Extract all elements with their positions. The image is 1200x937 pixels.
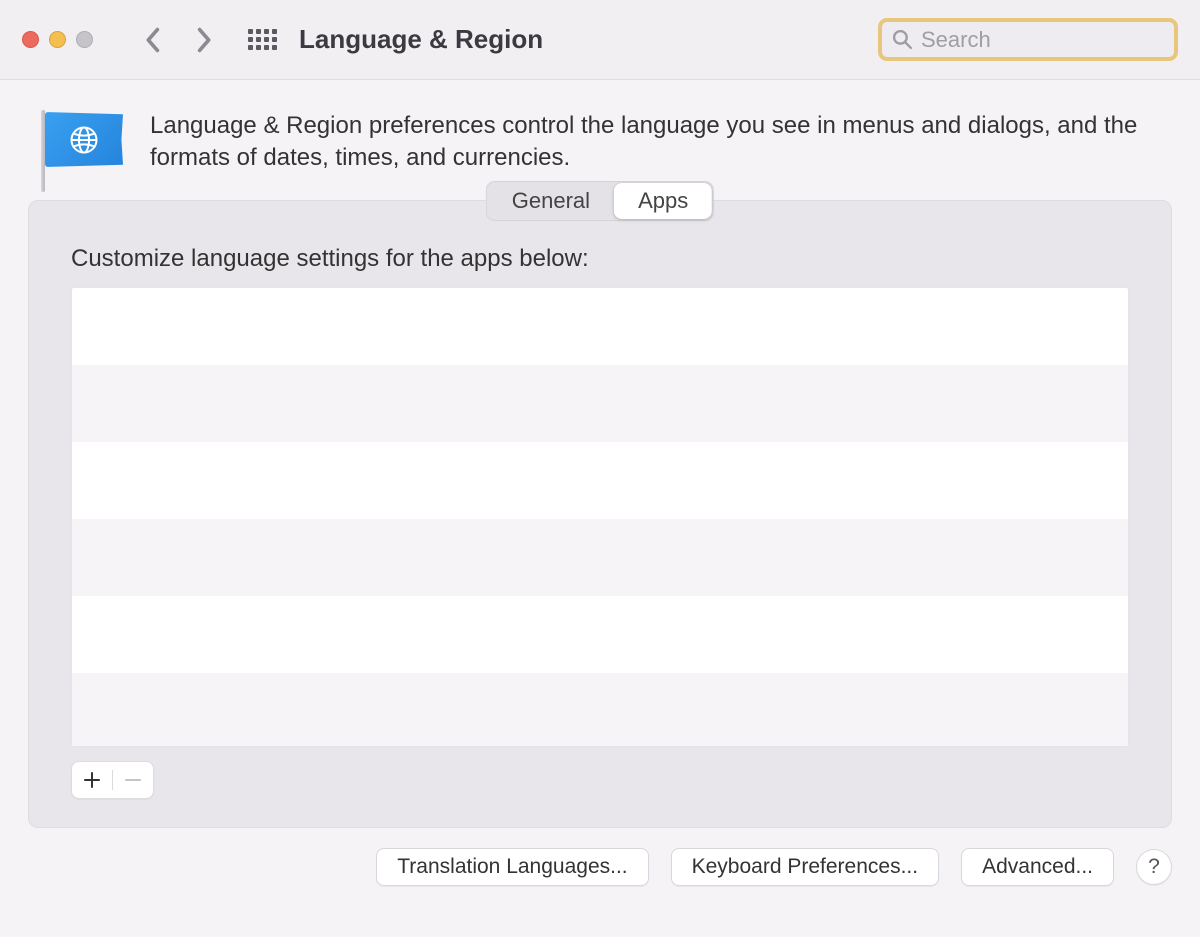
show-all-button[interactable] xyxy=(243,20,283,60)
advanced-button[interactable]: Advanced... xyxy=(961,848,1114,886)
help-button[interactable]: ? xyxy=(1136,849,1172,885)
apps-panel: General Apps Customize language settings… xyxy=(28,200,1172,828)
forward-button[interactable] xyxy=(183,20,223,60)
panel-label: Customize language settings for the apps… xyxy=(71,245,1129,273)
list-row xyxy=(72,673,1128,747)
apps-list[interactable] xyxy=(71,287,1129,747)
search-field-wrapper[interactable] xyxy=(878,18,1178,61)
back-button[interactable] xyxy=(133,20,173,60)
window-controls xyxy=(22,31,93,48)
content-area: Language & Region preferences control th… xyxy=(0,80,1200,828)
search-input[interactable] xyxy=(921,27,1164,53)
list-row xyxy=(72,288,1128,365)
tab-segmented-control: General Apps xyxy=(486,181,714,221)
grid-icon xyxy=(248,29,278,51)
minus-icon xyxy=(124,771,142,789)
footer-buttons: Translation Languages... Keyboard Prefer… xyxy=(0,828,1200,886)
list-row xyxy=(72,596,1128,673)
translation-languages-button[interactable]: Translation Languages... xyxy=(376,848,648,886)
minimize-window-button[interactable] xyxy=(49,31,66,48)
chevron-right-icon xyxy=(195,27,212,53)
list-row xyxy=(72,442,1128,519)
description-row: Language & Region preferences control th… xyxy=(28,104,1172,180)
plus-icon xyxy=(83,771,101,789)
chevron-left-icon xyxy=(145,27,162,53)
description-text: Language & Region preferences control th… xyxy=(150,104,1172,175)
language-region-icon xyxy=(32,108,120,180)
remove-button xyxy=(113,762,153,798)
search-icon xyxy=(892,29,913,50)
globe-icon xyxy=(69,125,99,155)
add-button[interactable] xyxy=(72,762,112,798)
keyboard-preferences-button[interactable]: Keyboard Preferences... xyxy=(671,848,939,886)
close-window-button[interactable] xyxy=(22,31,39,48)
list-row xyxy=(72,365,1128,442)
page-title: Language & Region xyxy=(299,24,868,55)
titlebar: Language & Region xyxy=(0,0,1200,80)
tab-general[interactable]: General xyxy=(488,183,614,219)
add-remove-control xyxy=(71,761,154,799)
tab-apps[interactable]: Apps xyxy=(614,183,712,219)
maximize-window-button[interactable] xyxy=(76,31,93,48)
list-row xyxy=(72,519,1128,596)
